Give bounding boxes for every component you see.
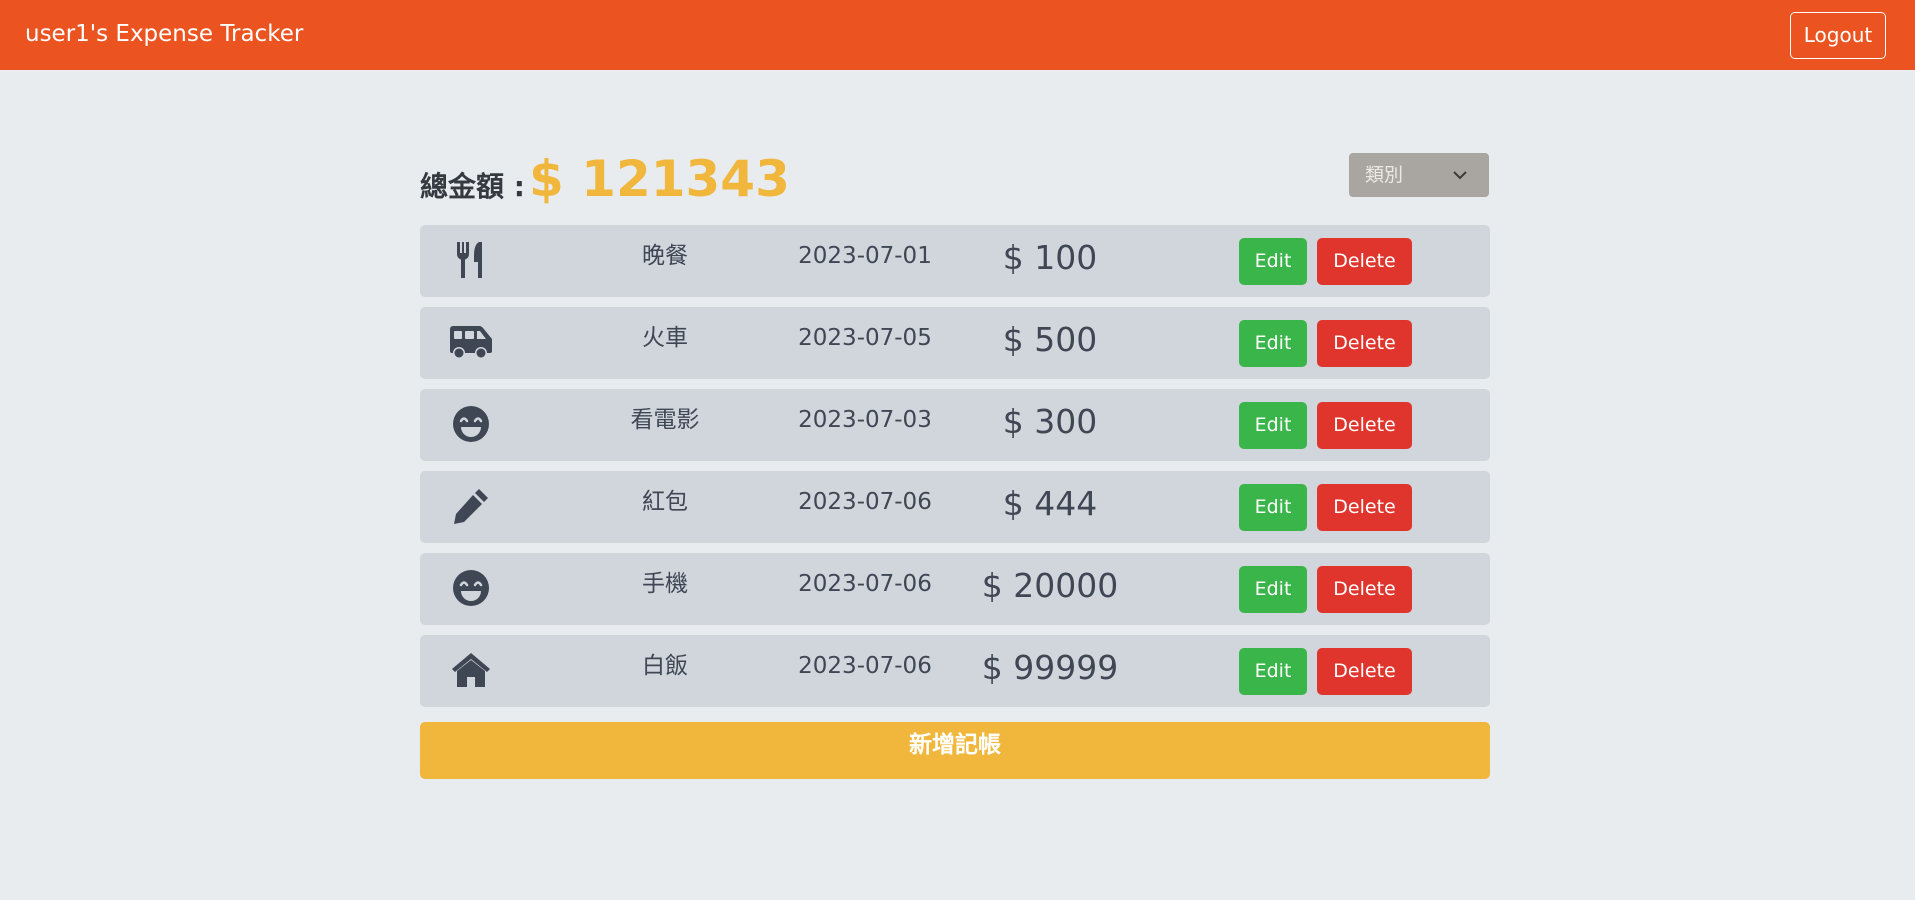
- app-title: user1's Expense Tracker: [25, 21, 304, 47]
- record-name: 紅包: [642, 489, 688, 515]
- record-name: 晚餐: [642, 243, 688, 269]
- record-row: 看電影 2023-07-03 $ 300 Edit Delete: [420, 389, 1490, 461]
- record-row: 手機 2023-07-06 $ 20000 Edit Delete: [420, 553, 1490, 625]
- edit-button[interactable]: Edit: [1239, 648, 1307, 695]
- record-row: 白飯 2023-07-06 $ 99999 Edit Delete: [420, 635, 1490, 707]
- record-date: 2023-07-06: [798, 571, 932, 597]
- edit-button[interactable]: Edit: [1239, 484, 1307, 531]
- edit-button[interactable]: Edit: [1239, 566, 1307, 613]
- home-icon: [448, 647, 494, 693]
- record-date: 2023-07-06: [798, 489, 932, 515]
- shuttle-van-icon: [448, 319, 494, 365]
- total-summary: 總金額 : $ 121343: [420, 150, 790, 210]
- record-date: 2023-07-06: [798, 653, 932, 679]
- delete-button[interactable]: Delete: [1317, 320, 1412, 367]
- record-name: 手機: [642, 571, 688, 597]
- record-date: 2023-07-03: [798, 407, 932, 433]
- grin-beam-icon: [448, 565, 494, 611]
- record-date: 2023-07-01: [798, 243, 932, 269]
- record-amount: $ 20000: [981, 566, 1119, 605]
- record-name: 白飯: [642, 653, 688, 679]
- delete-button[interactable]: Delete: [1317, 484, 1412, 531]
- record-amount: $ 99999: [981, 648, 1119, 687]
- record-row: 火車 2023-07-05 $ 500 Edit Delete: [420, 307, 1490, 379]
- record-row: 紅包 2023-07-06 $ 444 Edit Delete: [420, 471, 1490, 543]
- record-amount: $ 100: [1002, 238, 1098, 277]
- logout-button[interactable]: Logout: [1790, 12, 1886, 59]
- record-list: 晚餐 2023-07-01 $ 100 Edit Delete 火車 2023-…: [420, 225, 1490, 717]
- utensils-icon: [448, 237, 494, 283]
- edit-button[interactable]: Edit: [1239, 320, 1307, 367]
- navbar: user1's Expense Tracker Logout: [0, 0, 1915, 70]
- record-name: 看電影: [630, 407, 700, 433]
- delete-button[interactable]: Delete: [1317, 238, 1412, 285]
- delete-button[interactable]: Delete: [1317, 566, 1412, 613]
- category-select[interactable]: 類別: [1349, 153, 1489, 197]
- grin-beam-icon: [448, 401, 494, 447]
- chevron-down-icon: [1453, 171, 1467, 180]
- delete-button[interactable]: Delete: [1317, 648, 1412, 695]
- record-amount: $ 500: [1002, 320, 1098, 359]
- delete-button[interactable]: Delete: [1317, 402, 1412, 449]
- edit-button[interactable]: Edit: [1239, 402, 1307, 449]
- total-value: $ 121343: [528, 150, 790, 208]
- record-amount: $ 300: [1002, 402, 1098, 441]
- record-amount: $ 444: [1002, 484, 1098, 523]
- record-date: 2023-07-05: [798, 325, 932, 351]
- add-record-button[interactable]: 新增記帳: [420, 722, 1490, 779]
- record-row: 晚餐 2023-07-01 $ 100 Edit Delete: [420, 225, 1490, 297]
- record-name: 火車: [642, 325, 688, 351]
- pen-icon: [448, 483, 494, 529]
- category-select-value: 類別: [1365, 164, 1404, 186]
- edit-button[interactable]: Edit: [1239, 238, 1307, 285]
- total-label: 總金額 :: [420, 170, 525, 203]
